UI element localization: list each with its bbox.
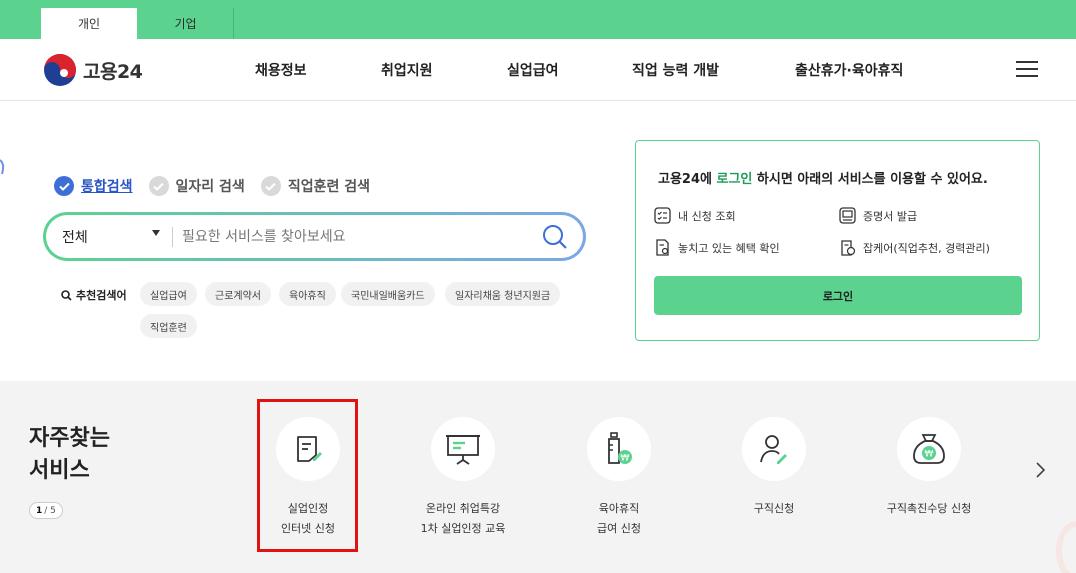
service-label: 증명서 발급 <box>863 209 918 223</box>
pager-current: 1 <box>36 505 43 516</box>
service-missed-benefits: 놓치고 있는 혜택 확인 <box>654 239 780 256</box>
service-label: 구직촉진수당 신청 <box>886 502 972 515</box>
service-label: 놓치고 있는 혜택 확인 <box>678 241 780 255</box>
dropdown-arrow-icon[interactable] <box>152 230 160 236</box>
tab-personal[interactable]: 개인 <box>41 8 137 39</box>
chevron-right-icon[interactable] <box>1033 461 1047 479</box>
divider <box>172 227 173 247</box>
title-line: 서비스 <box>29 458 90 483</box>
decorative-shape <box>1056 521 1076 573</box>
pager-total: / 5 <box>44 505 56 516</box>
login-button[interactable]: 로그인 <box>654 276 1022 315</box>
title-suffix: 하시면 아래의 서비스를 이용할 수 있어요. <box>752 172 988 187</box>
search-box: 전체 <box>43 212 586 261</box>
career-document-icon <box>841 240 856 256</box>
baby-bottle-icon: ₩ <box>608 432 632 464</box>
list-icon <box>654 207 671 224</box>
service-label: 온라인 취업특강 1차 실업인정 교육 <box>420 502 506 535</box>
tab-label: 직업훈련 검색 <box>287 179 370 195</box>
logo-text: 고용24 <box>83 60 143 83</box>
search-type-tabs: 통합검색 일자리 검색 직업훈련 검색 <box>54 176 386 196</box>
svg-text:₩: ₩ <box>925 450 934 460</box>
search-input[interactable] <box>182 223 522 251</box>
service-jobcare: 잡케어(직업추천, 경력관리) <box>839 239 990 256</box>
service-job-application[interactable]: 구직신청 <box>699 417 849 519</box>
search-scope-select[interactable]: 전체 <box>62 227 88 247</box>
recommend-label-text: 추천검색어 <box>76 289 127 302</box>
service-label: 내 신청 조회 <box>678 209 736 223</box>
site-logo[interactable]: 고용24 <box>43 53 143 87</box>
nav-unemployment-benefit[interactable]: 실업급여 <box>507 60 559 80</box>
keyword-chip[interactable]: 국민내일배움카드 <box>341 282 435 306</box>
keyword-chip[interactable]: 육아휴직 <box>279 282 336 306</box>
service-label: 잡케어(직업추천, 경력관리) <box>863 241 990 255</box>
login-card: 고용24에 로그인 하시면 아래의 서비스를 이용할 수 있어요. 내 신청 조… <box>635 140 1040 341</box>
tab-label: 통합검색 <box>81 179 133 195</box>
title-highlight: 로그인 <box>716 172 753 187</box>
site-header: 고용24 채용정보 취업지원 실업급여 직업 능력 개발 출산휴가·육아휴직 <box>0 39 1076 101</box>
frequent-services-title: 자주찾는 서비스 <box>29 423 149 487</box>
service-online-lecture[interactable]: 온라인 취업특강 1차 실업인정 교육 <box>388 417 538 539</box>
tab-label: 일자리 검색 <box>175 179 245 195</box>
frequent-services-section: 자주찾는 서비스 1 / 5 실업인정 인터넷 신청 온라인 취업특강 1차 실… <box>0 381 1076 573</box>
taegeuk-logo-icon <box>44 54 76 86</box>
top-audience-bar: 개인 기업 <box>0 0 1076 39</box>
hamburger-icon[interactable] <box>1016 61 1038 78</box>
certificate-icon <box>839 207 856 224</box>
check-icon <box>260 176 281 196</box>
service-job-promotion-allowance[interactable]: ₩ 구직촉진수당 신청 <box>854 417 1004 519</box>
tab-integrated-search[interactable]: 통합검색 <box>54 176 133 196</box>
svg-text:₩: ₩ <box>621 454 630 464</box>
title-line: 자주찾는 <box>29 426 110 451</box>
check-icon <box>54 176 74 196</box>
tab-job-search[interactable]: 일자리 검색 <box>148 176 245 196</box>
keyword-chip[interactable]: 실업급여 <box>140 282 197 306</box>
recommend-label: 추천검색어 <box>61 287 127 303</box>
nav-employment-support[interactable]: 취업지원 <box>381 60 433 80</box>
keyword-chip[interactable]: 일자리채움 청년지원금 <box>445 282 561 306</box>
presentation-board-icon <box>446 435 480 465</box>
service-my-applications: 내 신청 조회 <box>654 207 736 224</box>
document-search-icon <box>656 239 669 256</box>
decorative-curve <box>0 159 5 175</box>
service-parental-leave-benefit[interactable]: ₩ 육아휴직 급여 신청 <box>544 417 694 539</box>
tab-business[interactable]: 기업 <box>138 8 234 39</box>
carousel-pager: 1 / 5 <box>29 502 63 519</box>
nav-jobs[interactable]: 채용정보 <box>255 60 307 80</box>
service-label: 육아휴직 급여 신청 <box>597 502 641 535</box>
service-certificate: 증명서 발급 <box>839 207 917 224</box>
tab-training-search[interactable]: 직업훈련 검색 <box>260 176 370 196</box>
keyword-chip[interactable]: 직업훈련 <box>140 314 197 338</box>
nav-maternity-parental-leave[interactable]: 출산휴가·육아휴직 <box>795 60 903 80</box>
title-prefix: 고용24에 <box>658 172 717 187</box>
search-icon[interactable] <box>541 223 569 251</box>
highlight-annotation-box <box>257 399 358 552</box>
login-card-title: 고용24에 로그인 하시면 아래의 서비스를 이용할 수 있어요. <box>658 168 988 187</box>
nav-vocational-training[interactable]: 직업 능력 개발 <box>632 60 719 80</box>
money-bag-icon: ₩ <box>913 434 945 464</box>
small-search-icon <box>61 289 72 301</box>
person-edit-icon <box>760 435 787 464</box>
keyword-chip[interactable]: 근로계약서 <box>205 282 271 306</box>
check-icon <box>148 176 169 196</box>
service-label: 구직신청 <box>753 502 795 515</box>
